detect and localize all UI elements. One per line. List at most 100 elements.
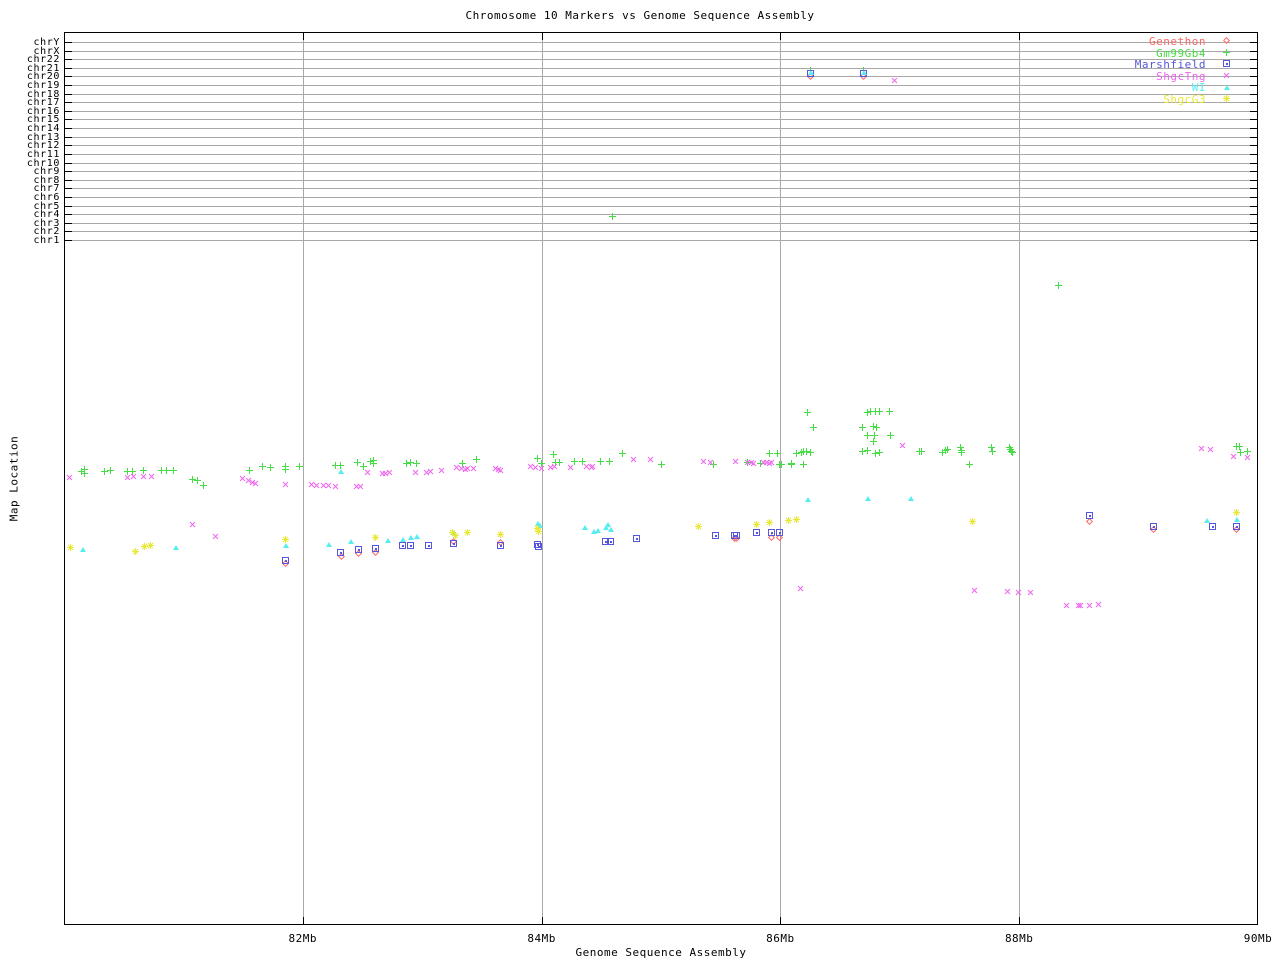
chromosome-tick-right — [1250, 153, 1257, 155]
chromosome-tick-right — [1250, 145, 1257, 147]
chromosome-tick-right — [1250, 110, 1257, 112]
x-tick-bottom — [541, 917, 543, 924]
chromosome-line — [65, 153, 1257, 155]
marker-wi — [594, 528, 601, 533]
chromosome-tick-left — [65, 93, 72, 95]
marker-shgcg3 — [765, 519, 773, 526]
legend-marker-wi-icon — [1220, 81, 1234, 92]
y-axis-label: Map Location — [7, 435, 21, 522]
chromosome-tick-right — [1250, 119, 1257, 121]
marker-gm99gb4 — [549, 451, 557, 458]
marker-marshfield — [354, 546, 362, 553]
marker-shgcg3 — [371, 534, 379, 541]
marker-wi — [384, 538, 391, 543]
x-tick-label: 88Mb — [1004, 932, 1034, 945]
chromosome-tick-left — [65, 196, 72, 198]
marker-gm99gb4 — [918, 448, 926, 455]
marker-marshfield — [497, 542, 504, 549]
chromosome-tick-left — [65, 222, 72, 224]
marker-marshfield — [1085, 512, 1093, 519]
marker-gm99gb4 — [788, 461, 796, 468]
marker-marshfield — [633, 535, 641, 542]
marker-shgcg3 — [968, 518, 976, 525]
marker-wi — [338, 469, 344, 474]
chromosome-tick-left — [65, 231, 72, 233]
marker-wi — [581, 525, 588, 530]
marker-gm99gb4 — [943, 446, 951, 453]
marker-gm99gb4 — [774, 450, 781, 457]
legend-row: Marshfield — [1000, 58, 1280, 71]
chromosome-line — [65, 128, 1257, 130]
marker-wi — [347, 539, 354, 544]
gridline-vertical — [302, 33, 304, 924]
legend-marker-shgcg3-icon — [1220, 93, 1234, 104]
marker-gm99gb4 — [1009, 449, 1017, 456]
marker-gm99gb4 — [413, 460, 421, 467]
marker-wi — [326, 542, 333, 547]
chromosome-line — [65, 214, 1257, 216]
marker-gm99gb4 — [162, 467, 170, 474]
marker-wi — [414, 534, 421, 539]
marker-wi — [80, 547, 87, 552]
marker-gm99gb4 — [886, 408, 894, 415]
chromosome-line — [65, 162, 1257, 164]
marker-wi — [173, 545, 180, 550]
chart-title: Chromosome 10 Markers vs Genome Sequence… — [465, 9, 815, 22]
chromosome-tick-right — [1250, 222, 1257, 224]
legend-marker-gm99gb4-icon — [1220, 47, 1234, 58]
marker-gm99gb4 — [988, 448, 996, 455]
marker-marshfield — [1208, 523, 1216, 530]
chromosome-tick-right — [1250, 231, 1257, 233]
marker-gm99gb4 — [957, 449, 965, 456]
marker-gm99gb4 — [259, 463, 267, 470]
chromosome-tick-left — [65, 119, 72, 121]
marker-marshfield — [733, 532, 741, 539]
chromosome-tick-left — [65, 85, 72, 87]
chromosome-line — [65, 179, 1257, 181]
marker-gm99gb4 — [81, 470, 89, 477]
chromosome-tick-left — [65, 102, 72, 104]
marker-wi — [864, 496, 871, 501]
marker-gm99gb4 — [199, 482, 207, 489]
chromosome-line — [65, 196, 1257, 198]
marker-wi — [907, 496, 914, 501]
legend-row: ShgcTng — [1000, 70, 1280, 83]
chromosome-tick-left — [65, 171, 72, 173]
marker-gm99gb4 — [370, 460, 378, 467]
marker-gm99gb4 — [473, 456, 481, 463]
marker-shgcg3 — [1232, 509, 1240, 516]
legend-row: Gm99Gb4 — [1000, 47, 1280, 60]
marker-marshfield — [450, 540, 458, 547]
marker-gm99gb4 — [658, 461, 666, 468]
chromosome-tick-left — [65, 110, 72, 112]
marker-marshfield — [535, 543, 543, 550]
chromosome-tick-right — [1250, 240, 1257, 242]
marker-gm99gb4 — [618, 450, 626, 457]
marker-marshfield — [371, 545, 379, 552]
marker-shgcg3 — [784, 517, 792, 524]
marker-wi — [607, 527, 614, 532]
chromosome-tick-left — [65, 67, 72, 69]
x-tick-bottom — [780, 917, 782, 924]
marker-marshfield — [407, 542, 415, 549]
marker-marshfield — [711, 532, 719, 539]
marker-marshfield — [425, 542, 433, 549]
gridline-vertical — [1019, 33, 1021, 924]
legend-label-shgcg3: ShgcG3 — [1163, 93, 1206, 106]
marker-shgcg3 — [793, 516, 801, 523]
marker-gm99gb4 — [875, 408, 883, 415]
marker-marshfield — [752, 529, 760, 536]
chromosome-line — [65, 145, 1257, 147]
chromosome-line — [65, 205, 1257, 207]
chromosome-label: chr1 — [33, 235, 60, 247]
marker-gm99gb4 — [887, 432, 895, 439]
legend-marker-shgctng-icon — [1220, 70, 1234, 81]
chromosome-tick-right — [1250, 196, 1257, 198]
marker-marshfield — [1232, 523, 1240, 530]
marker-gm99gb4 — [966, 461, 974, 468]
marker-gm99gb4 — [803, 409, 811, 416]
marker-wi — [860, 70, 867, 75]
chromosome-tick-left — [65, 179, 72, 181]
marker-marshfield — [768, 529, 776, 536]
marker-shgcg3 — [147, 542, 155, 549]
